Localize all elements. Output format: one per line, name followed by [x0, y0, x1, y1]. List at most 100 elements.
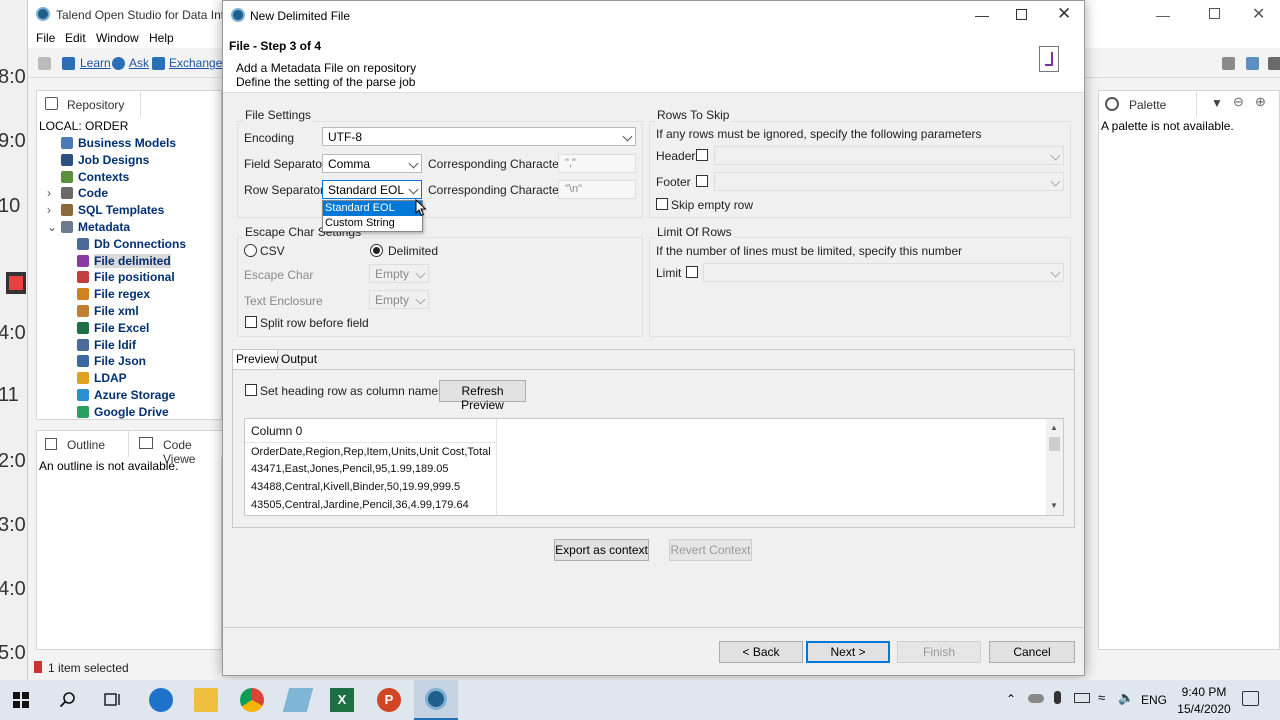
perspective-icon-2[interactable] — [1268, 57, 1280, 70]
delimited-radio[interactable] — [370, 244, 383, 257]
menu-window[interactable]: Window — [96, 31, 139, 45]
tree-item-ldap[interactable]: LDAP — [94, 371, 127, 385]
powerpoint-app-icon[interactable]: P — [377, 688, 401, 712]
perspective-icon[interactable] — [1222, 57, 1235, 70]
volume-icon[interactable]: 🔈 — [1118, 690, 1134, 706]
footer-separator — [223, 627, 1084, 628]
learn-link[interactable]: Learn — [80, 56, 111, 70]
chevron-right-icon[interactable]: › — [47, 203, 51, 217]
notes-app-icon[interactable] — [282, 688, 314, 712]
dialog-close-icon[interactable]: ✕ — [1057, 4, 1071, 24]
tree-item-file-json[interactable]: File Json — [94, 354, 146, 368]
tree-item-db-connections[interactable]: Db Connections — [94, 237, 186, 251]
chevron-right-icon[interactable]: › — [47, 186, 51, 200]
limit-count-select[interactable] — [703, 263, 1064, 282]
maximize-view-icon[interactable]: ⊕ — [1255, 94, 1266, 110]
minimize-icon[interactable]: — — [1156, 7, 1170, 23]
tree-item-file-excel[interactable]: File Excel — [94, 321, 149, 335]
maximize-icon[interactable] — [1209, 8, 1220, 19]
close-icon[interactable]: ✕ — [1252, 4, 1265, 24]
next-button[interactable]: Next > — [806, 641, 890, 663]
clock-date[interactable]: 15/4/2020 — [1174, 702, 1234, 716]
heading-row-checkbox[interactable] — [245, 384, 257, 396]
scroll-up-icon[interactable]: ▲ — [1050, 423, 1058, 432]
file-explorer-icon[interactable] — [194, 688, 218, 712]
tree-item-file-positional[interactable]: File positional — [94, 270, 175, 284]
tree-item-job-designs[interactable]: Job Designs — [78, 153, 149, 167]
tree-item-azure-storage[interactable]: Azure Storage — [94, 388, 175, 402]
search-icon[interactable] — [59, 691, 77, 709]
csv-radio[interactable] — [244, 244, 257, 257]
footer-count-select[interactable] — [714, 172, 1064, 191]
edge-app-icon[interactable] — [149, 688, 173, 712]
back-button[interactable]: < Back — [719, 641, 803, 663]
task-view-icon[interactable] — [104, 691, 122, 709]
tree-item-file-delimited[interactable]: File delimited — [94, 253, 171, 268]
integration-perspective-icon[interactable] — [1246, 57, 1259, 70]
onedrive-icon[interactable] — [1028, 694, 1044, 703]
limit-checkbox[interactable] — [686, 266, 698, 278]
notification-center-icon[interactable] — [1242, 691, 1259, 706]
split-row-checkbox[interactable] — [245, 316, 257, 328]
talend-taskbar-button[interactable] — [414, 680, 458, 720]
filter-icon[interactable]: ▼ — [1211, 96, 1223, 110]
tree-item-file-ldif[interactable]: File ldif — [94, 338, 136, 352]
dropdown-option-custom-string[interactable]: Custom String — [323, 216, 422, 231]
refresh-preview-button[interactable]: Refresh Preview — [439, 380, 526, 412]
scroll-down-icon[interactable]: ▼ — [1050, 501, 1058, 510]
skip-empty-row-checkbox[interactable] — [656, 198, 668, 210]
revert-context-button[interactable]: Revert Context — [669, 539, 752, 561]
cancel-button[interactable]: Cancel — [989, 641, 1075, 663]
vertical-scrollbar[interactable]: ▲ ▼ — [1046, 419, 1063, 515]
text-enclosure-select[interactable]: Empty — [369, 290, 429, 309]
tree-item-metadata[interactable]: Metadata — [78, 220, 130, 234]
battery-icon[interactable] — [1074, 693, 1090, 703]
tree-item-file-xml[interactable]: File xml — [94, 304, 139, 318]
microphone-icon[interactable] — [1054, 691, 1061, 704]
scrollbar-thumb[interactable] — [1049, 437, 1060, 451]
dropdown-option-standard-eol[interactable]: Standard EOL — [323, 201, 422, 216]
row-corresponding-input[interactable]: "\n" — [558, 180, 636, 199]
excel-app-icon[interactable]: X — [330, 688, 354, 712]
windows-start-icon[interactable] — [13, 692, 29, 708]
exchange-link[interactable]: Exchange — [169, 56, 222, 70]
talend-app-icon — [36, 7, 50, 21]
wifi-icon[interactable]: ≈ — [1098, 690, 1105, 705]
tree-item-google-drive[interactable]: Google Drive — [94, 405, 169, 419]
dialog-maximize-icon[interactable] — [1016, 9, 1027, 20]
header-checkbox[interactable] — [696, 149, 708, 161]
tab-output[interactable]: Output — [281, 352, 317, 366]
export-as-context-button[interactable]: Export as context — [554, 539, 649, 561]
tab-code-viewer[interactable]: Code Viewe — [133, 431, 223, 466]
escape-char-select[interactable]: Empty — [369, 264, 429, 283]
tab-preview[interactable]: Preview — [233, 350, 279, 370]
tree-item-business-models[interactable]: Business Models — [78, 136, 176, 150]
footer-checkbox[interactable] — [696, 175, 708, 187]
save-icon[interactable] — [38, 57, 51, 70]
encoding-select[interactable]: UTF-8 — [322, 127, 636, 146]
tree-item-contexts[interactable]: Contexts — [78, 170, 129, 184]
tree-item-sql-templates[interactable]: SQL Templates — [78, 203, 164, 217]
tree-item-file-regex[interactable]: File regex — [94, 287, 150, 301]
finish-button[interactable]: Finish — [897, 641, 981, 663]
tab-repository[interactable]: Repository — [37, 91, 141, 117]
dialog-minimize-icon[interactable]: — — [975, 7, 989, 23]
field-separator-select[interactable]: Comma — [322, 154, 422, 173]
row-separator-select[interactable]: Standard EOL — [322, 180, 422, 199]
tab-outline[interactable]: Outline — [37, 431, 129, 457]
clock-time[interactable]: 9:40 PM — [1174, 685, 1234, 699]
chevron-down-icon[interactable]: ⌄ — [47, 220, 57, 234]
menu-help[interactable]: Help — [149, 31, 174, 45]
tab-palette[interactable]: Palette — [1099, 91, 1197, 117]
menu-edit[interactable]: Edit — [65, 31, 86, 45]
menu-file[interactable]: File — [36, 31, 55, 45]
chrome-app-icon[interactable] — [240, 688, 264, 712]
show-hidden-icons-icon[interactable]: ⌃ — [1006, 692, 1016, 706]
tree-item-code[interactable]: Code — [78, 186, 108, 200]
row-separator-dropdown: Standard EOL Custom String — [322, 200, 423, 232]
minimize-view-icon[interactable]: ⊖ — [1233, 94, 1244, 110]
header-count-select[interactable] — [714, 146, 1064, 165]
language-indicator[interactable]: ENG — [1141, 693, 1167, 707]
field-corresponding-input[interactable]: "," — [558, 154, 636, 173]
ask-link[interactable]: Ask — [129, 56, 149, 70]
